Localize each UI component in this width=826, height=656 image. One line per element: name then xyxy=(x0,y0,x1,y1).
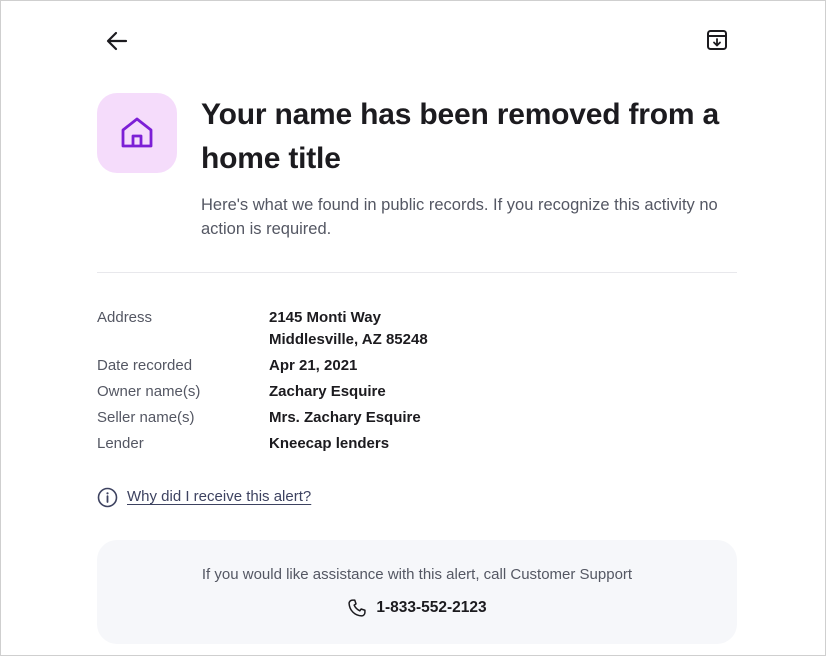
owner-label: Owner name(s) xyxy=(97,383,201,400)
archive-button[interactable] xyxy=(705,28,729,52)
alert-detail-page: Your name has been removed from a home t… xyxy=(0,0,826,656)
support-text: If you would like assistance with this a… xyxy=(201,566,633,583)
detail-row-address: Address 2145 Monti Way Middlesville, AZ … xyxy=(97,306,737,354)
back-button[interactable] xyxy=(105,29,129,53)
address-label: Address xyxy=(97,309,153,326)
phone-icon xyxy=(348,599,367,617)
home-icon xyxy=(121,117,153,148)
date-value: Apr 21, 2021 xyxy=(269,357,358,374)
owner-value: Zachary Esquire xyxy=(269,383,386,400)
seller-value: Mrs. Zachary Esquire xyxy=(269,409,421,426)
divider xyxy=(97,272,737,273)
info-circle-icon xyxy=(97,487,118,507)
date-label: Date recorded xyxy=(97,357,193,374)
detail-row-date: Date recorded Apr 21, 2021 xyxy=(97,354,737,380)
support-box: If you would like assistance with this a… xyxy=(97,540,737,644)
support-phone-number[interactable]: 1-833-552-2123 xyxy=(376,597,486,619)
lender-value: Kneecap lenders xyxy=(269,435,390,452)
why-alert-link[interactable]: Why did I receive this alert? xyxy=(127,486,311,508)
record-details: Address 2145 Monti Way Middlesville, AZ … xyxy=(97,306,737,458)
support-phone-row: 1-833-552-2123 xyxy=(97,597,737,619)
lender-label: Lender xyxy=(97,435,144,452)
archive-download-icon xyxy=(707,30,727,50)
info-row: Why did I receive this alert? xyxy=(97,486,311,508)
home-badge xyxy=(97,93,177,173)
address-line2: Middlesville, AZ 85248 xyxy=(269,331,428,348)
address-value: 2145 Monti Way Middlesville, AZ 85248 xyxy=(269,306,428,351)
detail-row-seller: Seller name(s) Mrs. Zachary Esquire xyxy=(97,406,737,432)
seller-label: Seller name(s) xyxy=(97,409,195,426)
detail-row-lender: Lender Kneecap lenders xyxy=(97,432,737,458)
address-line1: 2145 Monti Way xyxy=(269,309,381,326)
page-subtitle: Here's what we found in public records. … xyxy=(201,196,718,238)
detail-row-owner: Owner name(s) Zachary Esquire xyxy=(97,380,737,406)
arrow-left-icon xyxy=(106,31,128,51)
page-title: Your name has been removed from a home t… xyxy=(201,98,720,175)
